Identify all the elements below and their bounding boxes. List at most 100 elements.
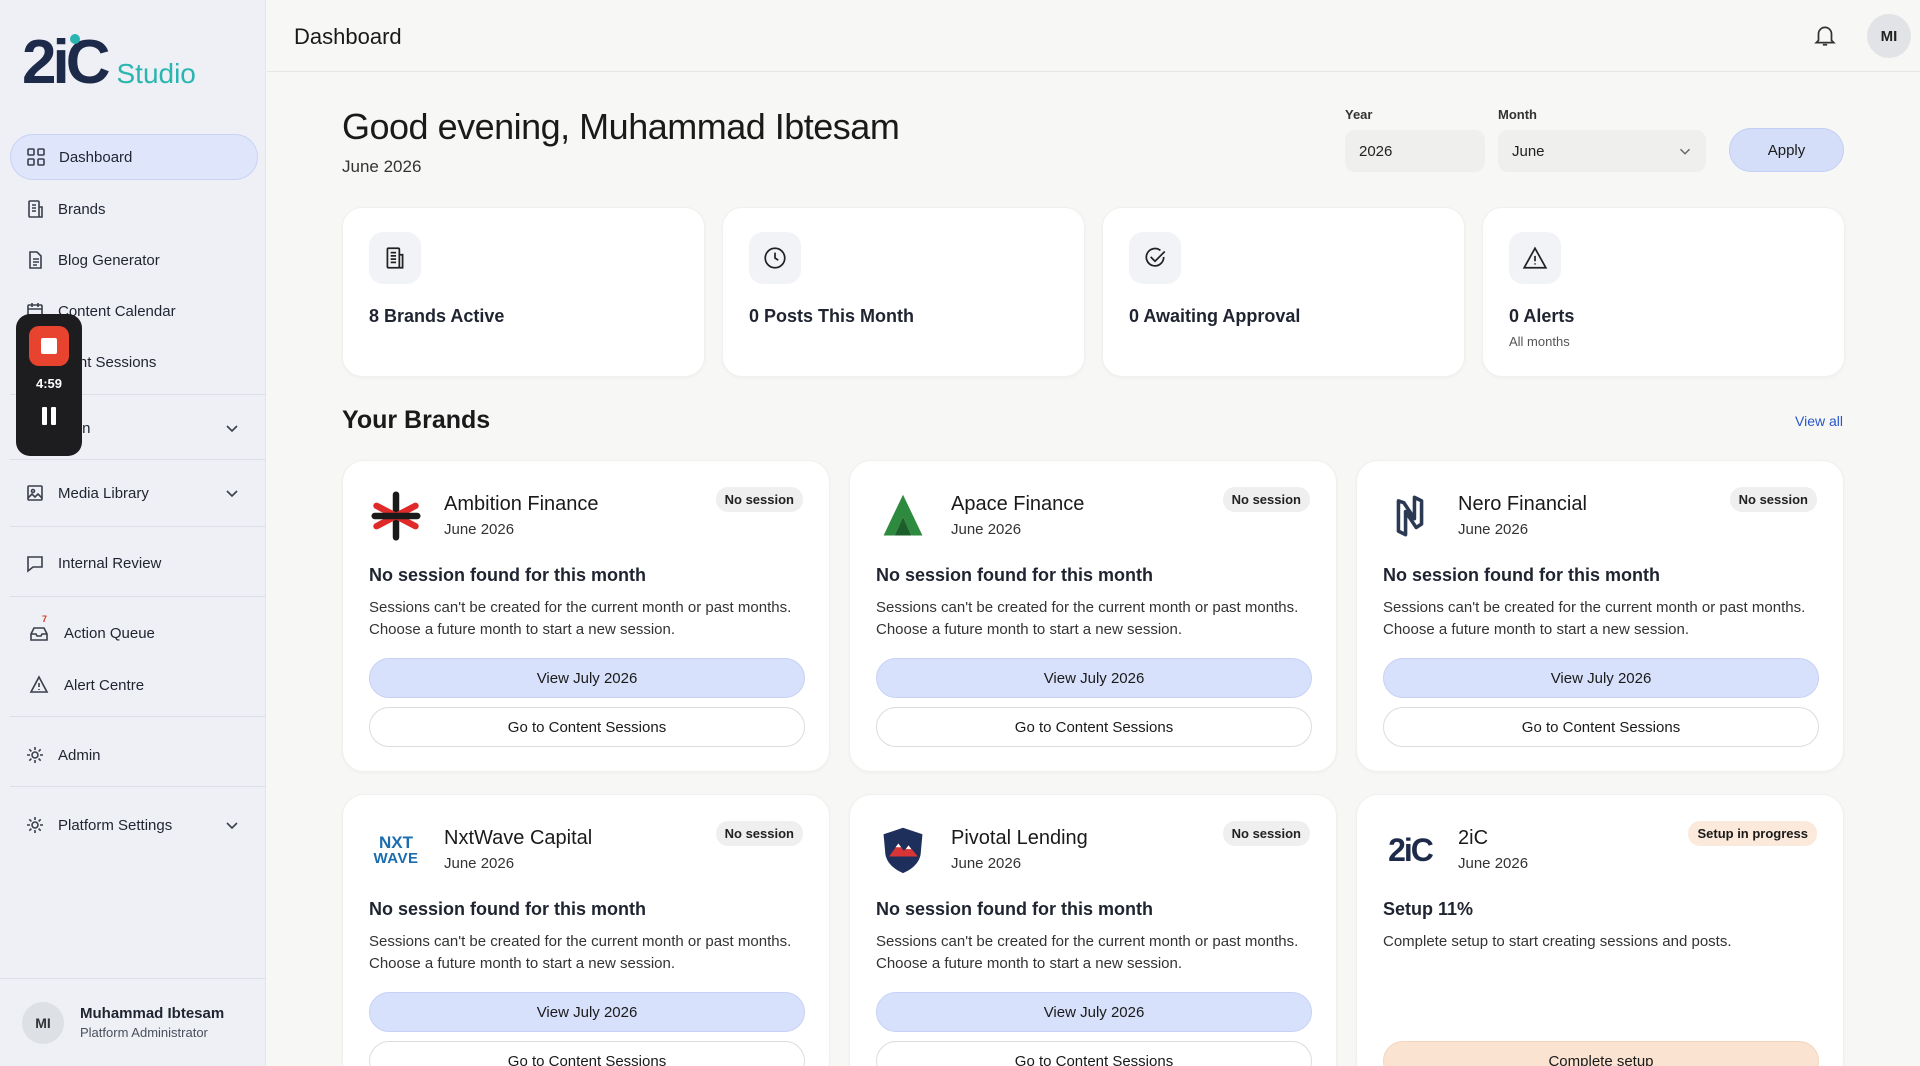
year-label: Year [1345,107,1373,122]
pause-icon-bar [51,407,56,425]
sidebar-item-label: Blog Generator [58,251,160,269]
sidebar-item-internal-review[interactable]: Internal Review [10,540,258,586]
stat-card-alerts: 0 Alerts All months [1482,207,1845,377]
page-title: Dashboard [294,24,402,49]
logo-text: NXT [379,833,413,852]
section-title: Your Brands [342,406,491,434]
brand-card: Ambition Finance June 2026 No session No… [342,460,830,772]
view-next-month-button[interactable]: View July 2026 [369,992,805,1032]
brand-name: Pivotal Lending [951,827,1088,849]
year-value: 2026 [1359,142,1393,160]
brand-description: Sessions can't be created for the curren… [876,599,1299,638]
avatar: MI [22,1001,64,1044]
go-to-content-sessions-button[interactable]: Go to Content Sessions [876,707,1312,747]
chevron-down-icon[interactable] [222,815,242,835]
status-badge: No session [1222,821,1310,846]
setup-progress-heading: Setup 11% [1383,899,1474,919]
brand-date: June 2026 [951,855,1022,872]
sidebar-item-platform-settings[interactable]: Platform Settings [10,802,258,848]
view-next-month-button[interactable]: View July 2026 [369,658,805,698]
month-select[interactable]: June [1498,130,1706,172]
brand-heading: No session found for this month [1383,565,1660,585]
asterisk-logo-icon [369,489,423,543]
user-name: Muhammad Ibtesam [80,1005,225,1022]
logo-subtitle: Studio [116,58,196,89]
sidebar-item-admin[interactable]: Admin [10,732,258,778]
sidebar-item-brands[interactable]: Brands [10,186,258,232]
sidebar-item-label: Internal Review [58,554,162,572]
brand-description: Sessions can't be created for the curren… [1383,599,1806,638]
gear-icon [24,814,46,836]
sidebar-item-label: Dashboard [59,148,133,166]
nav-divider [10,786,266,787]
sidebar-item-label: Media Library [58,484,149,502]
brand-description: Sessions can't be created for the curren… [369,933,792,972]
brand-card: Pivotal Lending June 2026 No session No … [849,794,1337,1066]
brand-name: Ambition Finance [444,493,599,515]
screen-recorder: 4:59 [16,314,82,456]
go-to-content-sessions-button[interactable]: Go to Content Sessions [876,1041,1312,1066]
avatar[interactable]: MI [1867,14,1911,58]
image-icon [24,482,46,504]
sidebar-item-media-library[interactable]: Media Library [10,470,258,516]
go-to-content-sessions-button[interactable]: Go to Content Sessions [369,1041,805,1066]
chevron-down-icon[interactable] [222,483,242,503]
recording-timer: 4:59 [35,376,63,391]
brand-heading: No session found for this month [876,565,1153,585]
stat-card-brands: 8 Brands Active [342,207,705,377]
shield-logo-icon [876,823,930,877]
2ic-logo-icon: 2iC [1388,831,1434,868]
brand-heading: No session found for this month [369,565,646,585]
brand-date: June 2026 [1458,521,1529,538]
mountain-logo-icon [876,489,930,543]
stat-label: 0 Posts This Month [749,306,915,326]
check-circle-icon [1129,232,1181,284]
brand-card: Nero Financial June 2026 No session No s… [1356,460,1844,772]
year-select[interactable]: 2026 [1345,130,1485,172]
chevron-down-icon[interactable] [222,418,242,438]
go-to-content-sessions-button[interactable]: Go to Content Sessions [1383,707,1819,747]
sidebar-item-dashboard[interactable]: Dashboard [10,134,258,180]
logo-text: WAVE [373,850,419,867]
brand-description: Sessions can't be created for the curren… [876,933,1299,972]
view-next-month-button[interactable]: View July 2026 [1383,658,1819,698]
sidebar-item-label: Brands [58,200,106,218]
nxtwave-logo-icon: NXT WAVE [369,823,423,877]
sidebar-item-blog-generator[interactable]: Blog Generator [10,237,258,283]
stop-recording-button[interactable] [29,326,69,366]
brand-name: Nero Financial [1458,493,1587,515]
stat-label: 0 Alerts [1509,306,1575,326]
brand-name: NxtWave Capital [444,827,593,849]
month-label: Month [1498,107,1537,122]
stat-sublabel: All months [1509,334,1570,349]
view-all-link[interactable]: View all [1795,413,1843,429]
bell-icon[interactable] [1812,22,1838,48]
stop-icon [41,338,57,354]
view-next-month-button[interactable]: View July 2026 [876,992,1312,1032]
sidebar-item-label: Alert Centre [64,676,145,694]
user-profile[interactable]: MI Muhammad Ibtesam Platform Administrat… [0,978,266,1066]
brand-date: June 2026 [1458,855,1529,872]
sidebar-item-alert-centre[interactable]: Alert Centre [10,662,258,708]
view-next-month-button[interactable]: View July 2026 [876,658,1312,698]
app-logo[interactable]: 2iC Studio [22,32,196,94]
month-value: June [1512,142,1545,160]
pause-recording-button[interactable] [42,407,56,425]
logo-dot [70,34,80,44]
document-icon [24,249,46,271]
stat-card-posts: 0 Posts This Month [722,207,1085,377]
go-to-content-sessions-button[interactable]: Go to Content Sessions [369,707,805,747]
brand-date: June 2026 [444,855,515,872]
status-badge: No session [1729,487,1817,512]
brand-date: June 2026 [444,521,515,538]
stat-card-approval: 0 Awaiting Approval [1102,207,1465,377]
nav-divider [10,596,266,597]
apply-button[interactable]: Apply [1729,128,1844,172]
logo-mark: 2iC [22,28,111,97]
clock-icon [749,232,801,284]
complete-setup-button[interactable]: Complete setup [1383,1041,1819,1066]
brand-card: 2iC 2iC June 2026 Setup in progress Setu… [1356,794,1844,1066]
user-info: Muhammad Ibtesam Platform Administrator [80,1005,224,1040]
status-badge: No session [715,487,803,512]
sidebar-item-action-queue[interactable]: 7 Action Queue [10,610,258,656]
